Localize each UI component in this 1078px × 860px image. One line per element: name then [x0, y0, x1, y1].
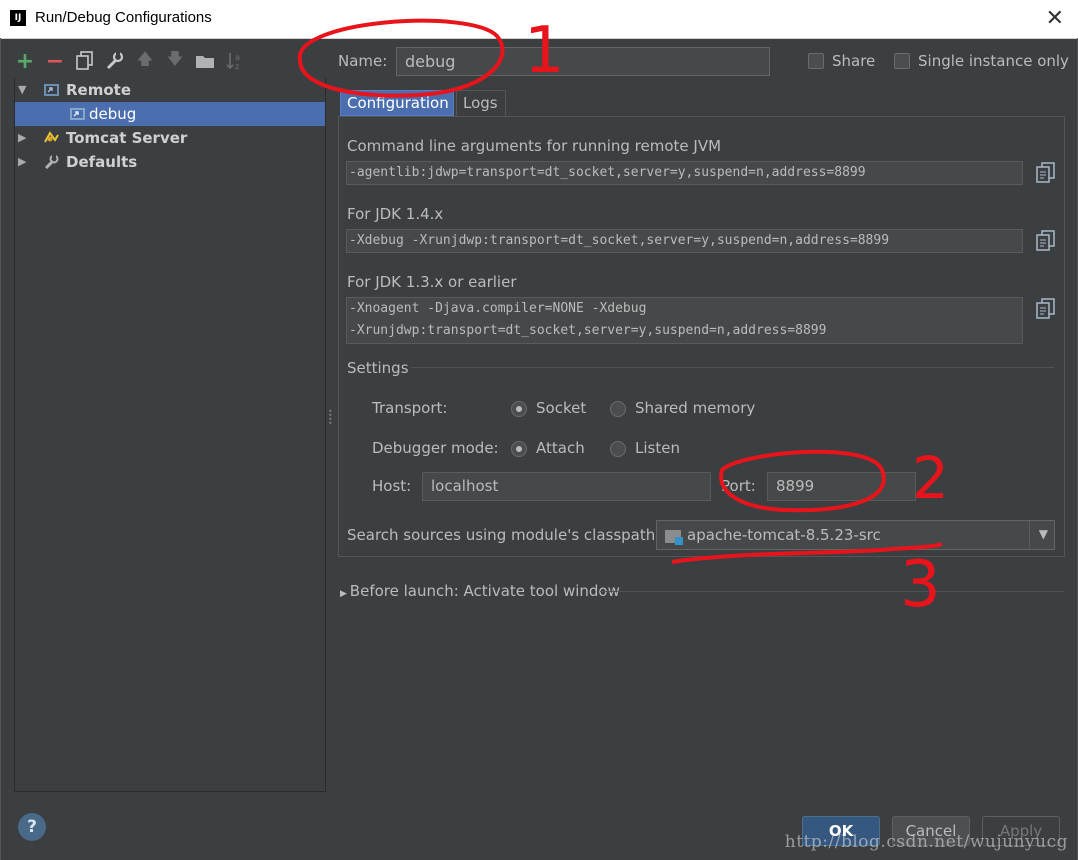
settings-label: Settings	[347, 359, 409, 377]
add-icon[interactable]: +	[14, 49, 36, 74]
before-launch-divider	[600, 591, 1064, 592]
tree-item-label: Defaults	[66, 153, 138, 171]
remove-icon[interactable]: −	[44, 49, 66, 74]
move-down-icon[interactable]: 🡇	[164, 49, 186, 72]
share-label: Share	[832, 52, 876, 70]
host-label: Host:	[372, 477, 412, 495]
host-input[interactable]: localhost	[422, 472, 711, 501]
tab-configuration[interactable]: Configuration	[340, 90, 454, 116]
defaults-wrench-icon	[44, 154, 59, 169]
copy-icon[interactable]	[74, 50, 96, 72]
close-icon[interactable]: ✕	[1046, 6, 1064, 31]
jdk13-line: -Xrunjdwp:transport=dt_socket,server=y,s…	[349, 323, 827, 338]
classpath-select[interactable]: apache-tomcat-8.5.23-src ▼	[656, 520, 1055, 550]
tree-item-defaults[interactable]: ▶ Defaults	[15, 150, 325, 174]
config-tree: ▼ Remote debug ▶ Tomcat Server ▶ Default…	[14, 78, 326, 792]
copy-to-clipboard-icon[interactable]	[1036, 162, 1056, 184]
name-input[interactable]: debug	[396, 47, 770, 76]
single-instance-label: Single instance only	[918, 52, 1069, 70]
debugger-mode-label: Debugger mode:	[372, 439, 499, 457]
jdk14-label: For JDK 1.4.x	[347, 205, 444, 223]
port-input[interactable]: 8899	[767, 472, 916, 501]
config-toolbar: + − 🡅 🡇 az	[14, 48, 246, 74]
tree-item-label: Tomcat Server	[66, 129, 188, 147]
wrench-icon[interactable]	[104, 50, 126, 72]
cmd-args-field[interactable]: -agentlib:jdwp=transport=dt_socket,serve…	[346, 161, 1023, 185]
attach-label: Attach	[536, 439, 585, 457]
help-button[interactable]: ?	[18, 813, 46, 841]
title-bar: IJ Run/Debug Configurations ✕	[0, 0, 1078, 39]
tree-item-label: debug	[89, 105, 137, 123]
intellij-app-icon: IJ	[10, 10, 26, 26]
listen-label: Listen	[635, 439, 680, 457]
copy-to-clipboard-icon[interactable]	[1036, 298, 1056, 320]
remote-icon	[44, 84, 59, 96]
classpath-label: Search sources using module's classpath:	[347, 526, 661, 544]
window-title: Run/Debug Configurations	[35, 9, 212, 26]
shared-memory-radio[interactable]	[610, 401, 626, 417]
module-folder-icon	[665, 530, 683, 545]
port-label: Port:	[721, 477, 756, 495]
expanded-arrow-icon[interactable]: ▼	[18, 78, 26, 102]
tab-logs[interactable]: Logs	[456, 90, 506, 116]
jdk13-label: For JDK 1.3.x or earlier	[347, 273, 517, 291]
move-up-icon[interactable]: 🡅	[134, 49, 156, 72]
sort-icon[interactable]: az	[224, 50, 246, 72]
cmd-args-label: Command line arguments for running remot…	[347, 137, 722, 155]
jdk13-line: -Xnoagent -Djava.compiler=NONE -Xdebug	[349, 301, 647, 316]
tree-item-label: Remote	[66, 81, 132, 99]
collapsed-arrow-icon[interactable]: ▶	[18, 126, 26, 150]
tree-item-debug[interactable]: debug	[15, 102, 325, 126]
name-label: Name:	[338, 52, 388, 70]
collapsed-arrow-icon[interactable]: ▶	[18, 150, 26, 174]
folder-icon[interactable]	[194, 50, 216, 72]
share-checkbox[interactable]	[808, 53, 824, 69]
collapsed-arrow-icon: ▶	[340, 589, 350, 599]
svg-text:z: z	[235, 62, 239, 71]
jdk14-field[interactable]: -Xdebug -Xrunjdwp:transport=dt_socket,se…	[346, 229, 1023, 253]
single-instance-checkbox[interactable]	[894, 53, 910, 69]
svg-text:a: a	[235, 53, 240, 62]
jdk13-field[interactable]: -Xnoagent -Djava.compiler=NONE -Xdebug -…	[346, 297, 1023, 344]
copy-to-clipboard-icon[interactable]	[1036, 230, 1056, 252]
tree-item-tomcat-server[interactable]: ▶ Tomcat Server	[15, 126, 325, 150]
watermark: http://blog.csdn.net/wujunyucg	[784, 832, 1068, 852]
listen-radio[interactable]	[610, 441, 626, 457]
classpath-value: apache-tomcat-8.5.23-src	[687, 526, 881, 544]
socket-label: Socket	[536, 399, 587, 417]
settings-divider	[411, 367, 1054, 368]
shared-memory-label: Shared memory	[635, 399, 756, 417]
socket-radio[interactable]	[511, 401, 527, 417]
combo-separator	[1029, 521, 1030, 549]
transport-label: Transport:	[372, 399, 448, 417]
before-launch-label: Before launch: Activate tool window	[349, 582, 620, 600]
remote-config-icon	[70, 108, 85, 120]
attach-radio[interactable]	[511, 441, 527, 457]
before-launch-toggle[interactable]: ▶ Before launch: Activate tool window	[340, 582, 620, 600]
splitter-handle[interactable]: • • • •	[328, 408, 333, 428]
chevron-down-icon[interactable]: ▼	[1039, 527, 1048, 541]
tree-item-remote[interactable]: ▼ Remote	[15, 78, 325, 102]
tomcat-icon	[44, 131, 59, 143]
